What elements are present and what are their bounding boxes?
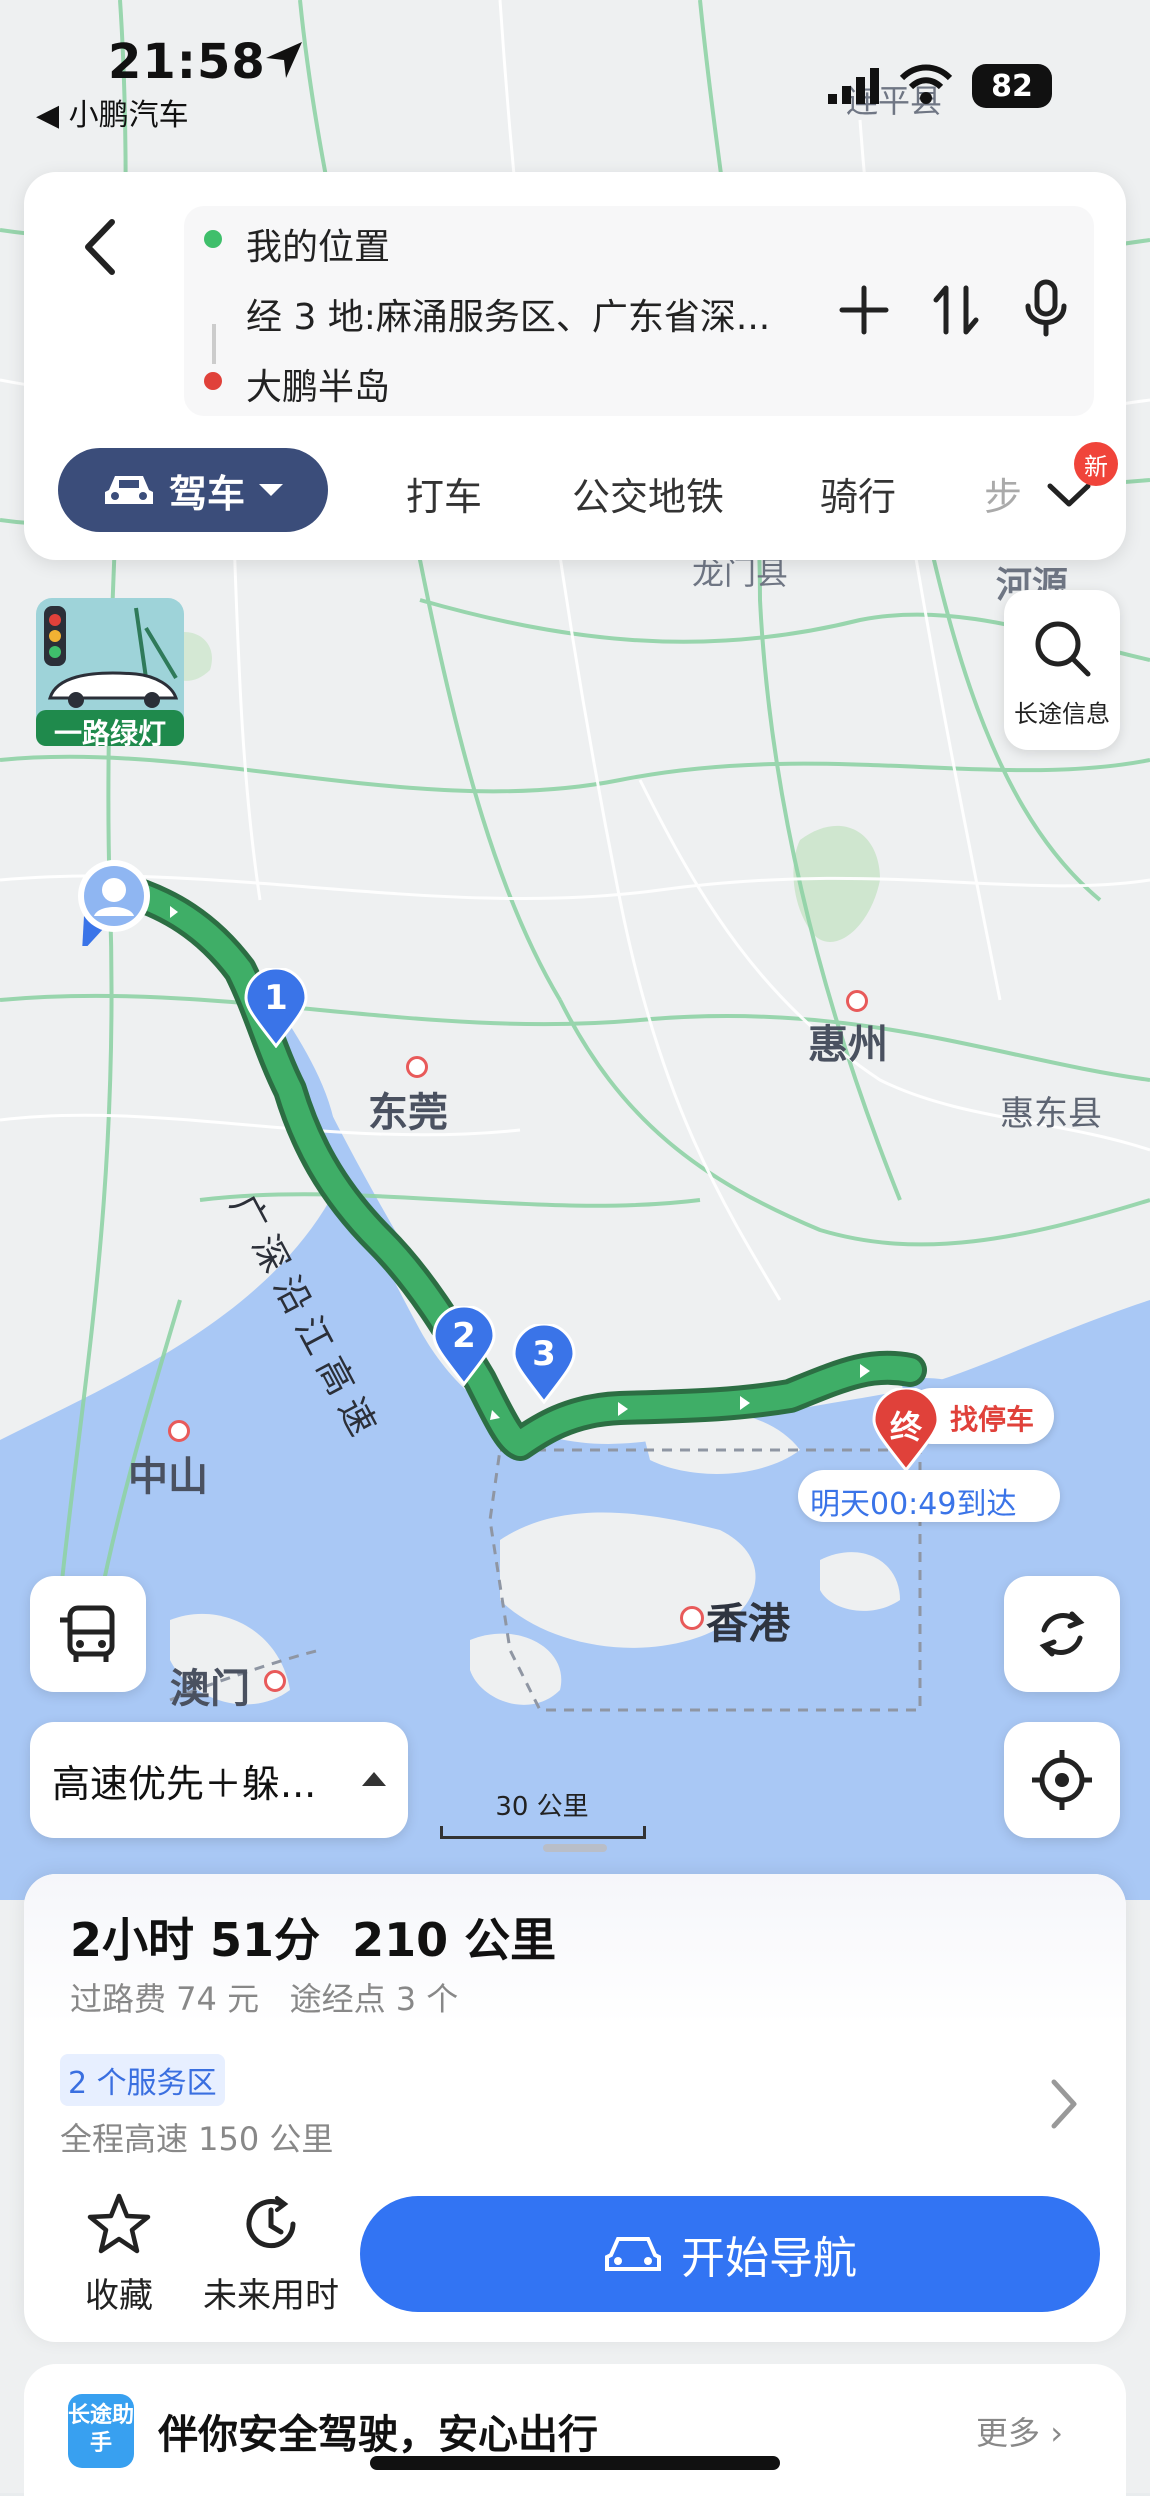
mode-drive-label: 驾车 <box>168 471 245 516</box>
origin-dot <box>204 230 222 248</box>
assistant-more-label: 更多 <box>976 2414 1041 2452</box>
mode-walk[interactable]: 步 <box>984 466 1024 521</box>
toll-fee: 过路费 74 元 <box>70 1980 260 2018</box>
waypoint-label-3: 3 <box>532 1334 556 1374</box>
battery-indicator: 82 <box>972 64 1052 108</box>
assistant-more-link[interactable]: 更多 › <box>976 2408 1063 2454</box>
route-summary-sheet[interactable]: 2小时 51分 210 公里 过路费 74 元 途经点 3 个 2 个服务区 全… <box>24 1874 1126 2342</box>
via-divider <box>212 324 216 364</box>
map-label-huizhou: 惠州 <box>808 1022 888 1068</box>
sheet-drag-handle[interactable] <box>543 1844 607 1852</box>
city-dot-dongguan <box>406 1056 428 1078</box>
future-time-label: 未来用时 <box>203 2276 339 2316</box>
arrival-label: 明天00:49到达 <box>810 1487 1017 1522</box>
mode-bike[interactable]: 骑行 <box>820 466 896 521</box>
map-scale: 30 公里 <box>440 1786 646 1839</box>
map-scale-bar <box>440 1826 646 1839</box>
city-dot-huizhou <box>846 990 868 1012</box>
locate-me-button[interactable] <box>1004 1722 1120 1838</box>
mode-drive[interactable]: 驾车 <box>58 448 328 532</box>
map-label-hongkong: 香港 <box>706 1599 791 1648</box>
back-chevron-icon[interactable] <box>68 212 138 282</box>
new-badge: 新 <box>1074 442 1118 486</box>
route-distance: 210 公里 <box>352 1913 557 1967</box>
search-icon <box>1035 621 1091 677</box>
long-distance-info-button[interactable]: 长途信息 <box>1004 590 1120 750</box>
add-waypoint-icon[interactable] <box>834 280 894 340</box>
refresh-route-button[interactable] <box>1004 1576 1120 1692</box>
green-light-promo[interactable]: 一路绿灯 <box>36 598 184 750</box>
waypoint-marker-3[interactable]: 3 <box>512 1322 576 1405</box>
favorite-label: 收藏 <box>85 2276 153 2316</box>
assistant-logo: 长途助手 <box>68 2394 134 2468</box>
home-indicator[interactable] <box>370 2456 780 2470</box>
route-details-chevron-icon[interactable] <box>1044 2074 1084 2134</box>
star-icon <box>87 2193 151 2254</box>
route-preference-label: 高速优先＋躲... <box>52 1761 317 1806</box>
map-label-zhongshan: 中山 <box>128 1454 208 1500</box>
map-label-huidong: 惠东县 <box>1000 1094 1102 1134</box>
long-distance-info-label: 长途信息 <box>1014 700 1110 728</box>
origin-field[interactable]: 我的位置 <box>246 218 390 270</box>
microphone-icon[interactable] <box>1016 278 1076 338</box>
wifi-icon <box>899 64 953 104</box>
chevron-right-icon: › <box>1050 2414 1063 2452</box>
waypoint-marker-2[interactable]: 2 <box>432 1304 496 1387</box>
highway-distance: 全程高速 150 公里 <box>60 2120 334 2158</box>
destination-dot <box>204 372 222 390</box>
crosshair-icon <box>1032 1750 1092 1810</box>
swap-icon[interactable] <box>926 280 986 340</box>
waypoint-count: 途经点 3 个 <box>289 1980 459 2018</box>
location-arrow-icon <box>266 42 302 78</box>
refresh-icon <box>1039 1611 1085 1657</box>
arrival-chip: 明天00:49到达 <box>798 1470 1060 1522</box>
green-light-label: 一路绿灯 <box>53 717 166 750</box>
status-time: 21:58 <box>108 34 266 90</box>
destination-marker-label: 终 <box>889 1408 922 1446</box>
car-icon <box>104 476 153 504</box>
city-dot-zhongshan <box>168 1420 190 1442</box>
route-card: 我的位置 经 3 地:麻涌服务区、广东省深... 大鹏半岛 驾车 打车 公交地铁… <box>24 172 1126 560</box>
city-dot-macau <box>264 1670 286 1692</box>
route-fee-line: 过路费 74 元 途经点 3 个 <box>70 1974 458 2020</box>
parking-label: 找停车 <box>950 1403 1035 1436</box>
map-scale-label: 30 公里 <box>495 1792 589 1822</box>
clock-icon <box>246 2196 296 2249</box>
start-navigation-button[interactable]: 开始导航 <box>360 2196 1100 2312</box>
bus-icon <box>60 1605 115 1662</box>
route-inputs: 我的位置 经 3 地:麻涌服务区、广东省深... 大鹏半岛 <box>184 206 1094 416</box>
route-duration: 2小时 51分 <box>70 1913 321 1967</box>
map-label-dongguan: 东莞 <box>368 1090 448 1136</box>
assistant-text: 伴你安全驾驶，安心出行 <box>158 2412 598 2458</box>
favorite-button[interactable]: 收藏 <box>44 2192 194 2317</box>
waypoints-field[interactable]: 经 3 地:麻涌服务区、广东省深... <box>246 288 770 340</box>
origin-marker[interactable] <box>74 856 154 952</box>
bus-toggle-button[interactable] <box>30 1576 146 1692</box>
travel-modes: 驾车 打车 公交地铁 骑行 步 新 <box>24 442 1126 538</box>
waypoint-label-1: 1 <box>264 978 288 1018</box>
waypoint-label-2: 2 <box>452 1316 476 1356</box>
service-area-badge: 2 个服务区 <box>60 2054 225 2106</box>
car-icon <box>605 2237 661 2271</box>
mode-transit[interactable]: 公交地铁 <box>572 466 724 521</box>
destination-marker[interactable]: 终 <box>872 1386 940 1473</box>
future-time-button[interactable]: 未来用时 <box>196 2192 346 2317</box>
map-label-macau: 澳门 <box>170 1666 250 1712</box>
mode-taxi[interactable]: 打车 <box>406 466 482 521</box>
start-navigation-label: 开始导航 <box>681 2233 857 2284</box>
dropdown-caret-icon <box>259 484 283 496</box>
city-dot-hongkong <box>680 1606 704 1630</box>
signal-icon <box>828 68 879 104</box>
long-trip-assistant[interactable]: 长途助手 伴你安全驾驶，安心出行 更多 › <box>24 2364 1126 2496</box>
destination-field[interactable]: 大鹏半岛 <box>246 358 390 410</box>
route-duration-distance: 2小时 51分 210 公里 <box>70 1904 556 1970</box>
waypoint-marker-1[interactable]: 1 <box>244 966 308 1049</box>
route-preference-button[interactable]: 高速优先＋躲... <box>30 1722 408 1838</box>
caret-up-icon <box>362 1772 386 1786</box>
back-to-app[interactable]: ◀ 小鹏汽车 <box>36 90 189 134</box>
